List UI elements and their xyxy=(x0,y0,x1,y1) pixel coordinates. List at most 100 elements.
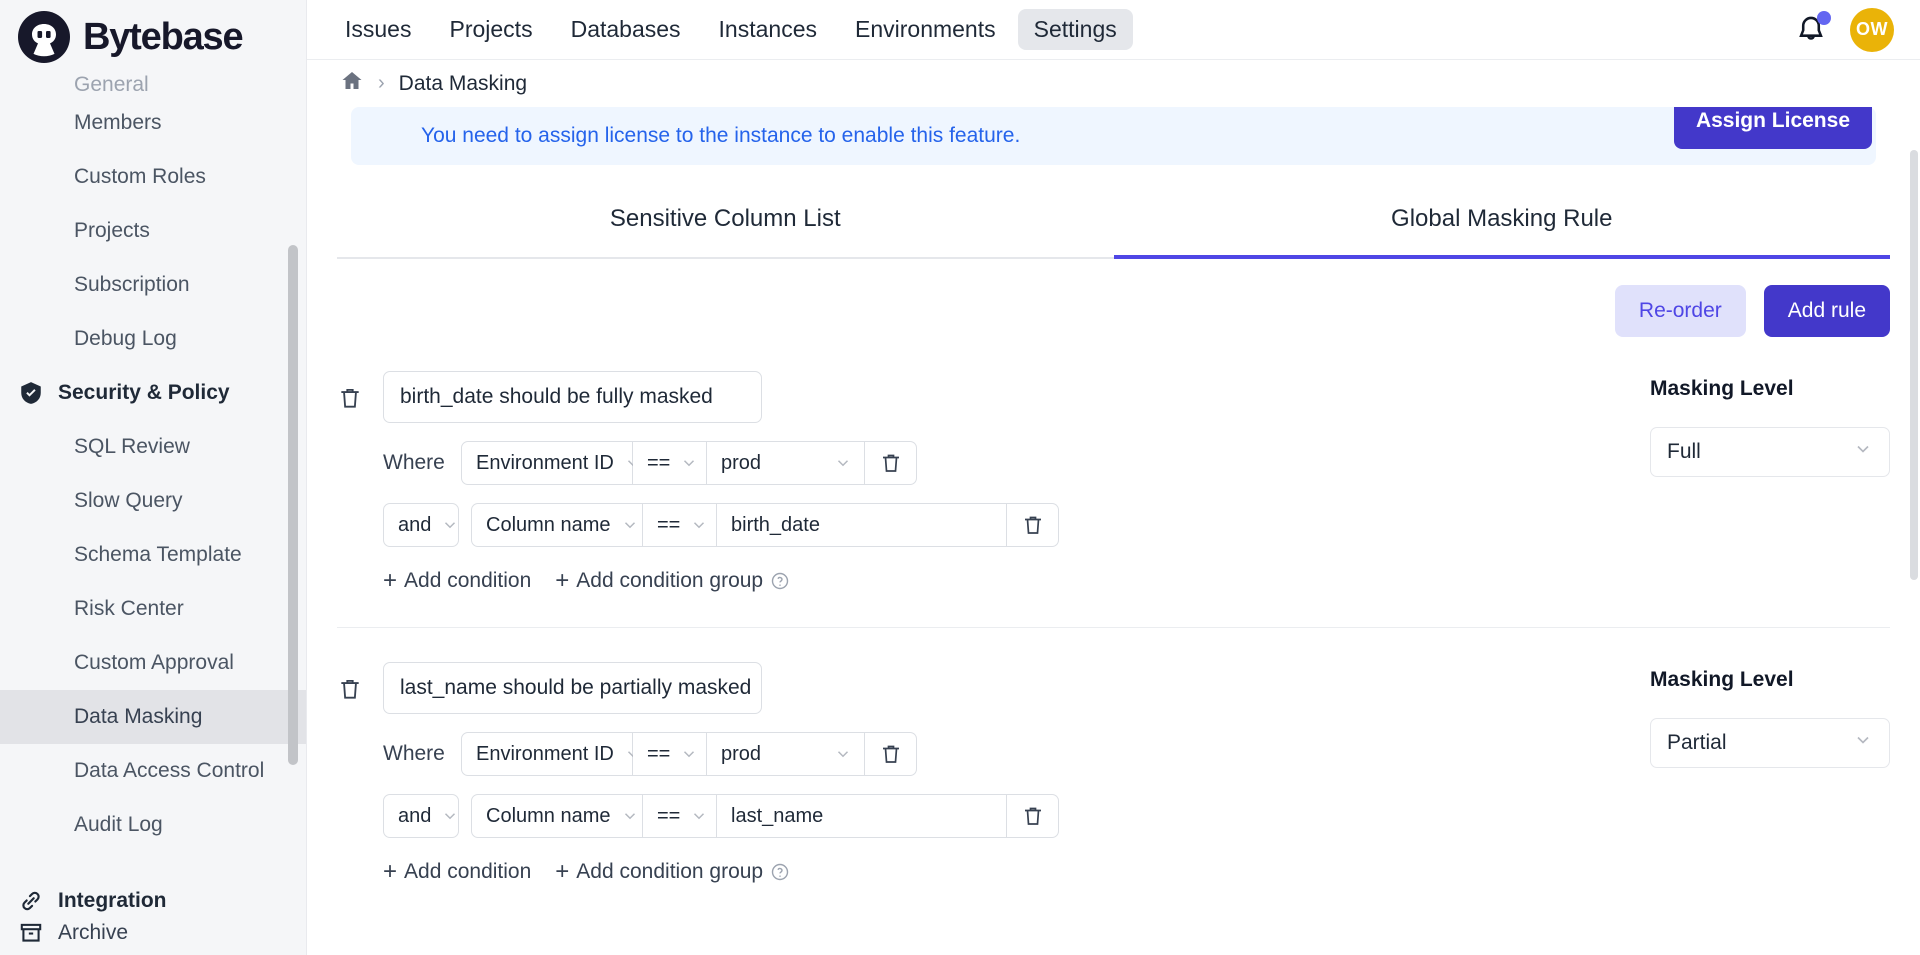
condition-operator-value: == xyxy=(657,804,681,827)
bytebase-mascot-logo-icon xyxy=(18,11,70,63)
sidebar-item-debug-log[interactable]: Debug Log xyxy=(0,312,306,366)
license-banner: You need to assign license to the instan… xyxy=(351,107,1876,165)
rule-actions-toolbar: Re-order Add rule xyxy=(337,285,1890,337)
sidebar-item-integration[interactable]: Integration xyxy=(0,885,306,917)
tab-issues[interactable]: Issues xyxy=(329,9,427,50)
sidebar-item-data-access-control[interactable]: Data Access Control xyxy=(0,744,306,798)
plus-icon: + xyxy=(555,858,570,885)
reorder-button[interactable]: Re-order xyxy=(1614,285,1746,337)
app-root: Bytebase General Members Custom Roles Pr… xyxy=(0,0,1920,955)
add-rule-button[interactable]: Add rule xyxy=(1763,285,1890,337)
condition-row: and Column name xyxy=(383,794,1630,838)
condition-field-select[interactable]: Column name xyxy=(471,503,643,547)
sidebar-item-label: Members xyxy=(74,111,162,134)
sidebar-item-data-masking[interactable]: Data Masking xyxy=(0,690,306,744)
tab-databases[interactable]: Databases xyxy=(555,9,697,50)
condition-field-select[interactable]: Environment ID xyxy=(461,732,638,776)
condition-value-select[interactable]: prod xyxy=(707,732,865,776)
delete-condition-button[interactable] xyxy=(865,441,917,485)
condition-operator-select[interactable]: == xyxy=(633,441,707,485)
page-content: You need to assign license to the instan… xyxy=(307,107,1920,955)
sidebar-item-slow-query[interactable]: Slow Query xyxy=(0,474,306,528)
condition-operator-select[interactable]: == xyxy=(643,503,717,547)
question-circle-icon[interactable] xyxy=(770,571,790,591)
license-banner-message: You need to assign license to the instan… xyxy=(421,124,1021,147)
sidebar-item-label: Integration xyxy=(58,889,167,912)
masking-level-select[interactable]: Partial xyxy=(1650,718,1890,768)
sidebar-bottom-section: Integration Archive xyxy=(0,885,306,955)
tab-global-masking-rule[interactable]: Global Masking Rule xyxy=(1113,195,1891,259)
top-nav-label: Projects xyxy=(449,16,533,42)
delete-rule-button[interactable] xyxy=(337,662,363,707)
tab-sensitive-column-list[interactable]: Sensitive Column List xyxy=(337,195,1114,257)
rule-title-input[interactable]: birth_date should be fully masked xyxy=(383,371,762,423)
condition-field-select[interactable]: Column name xyxy=(471,794,643,838)
top-nav-label: Instances xyxy=(718,16,817,42)
sidebar-item-custom-approval[interactable]: Custom Approval xyxy=(0,636,306,690)
sidebar-item-label: Debug Log xyxy=(74,327,177,350)
condition-logic-value: and xyxy=(398,513,432,536)
sidebar-item-label: General xyxy=(74,74,149,96)
assign-license-button[interactable]: Assign License xyxy=(1673,107,1872,149)
notifications-button[interactable] xyxy=(1794,10,1831,47)
brand-logo[interactable]: Bytebase xyxy=(0,0,306,74)
trash-icon xyxy=(341,388,359,408)
condition-logic-select[interactable]: and xyxy=(383,503,459,547)
rule-body: last_name should be partially masked Whe… xyxy=(383,662,1630,884)
condition-value-input[interactable]: last_name xyxy=(717,794,1007,838)
tab-projects[interactable]: Projects xyxy=(433,9,548,50)
link-icon xyxy=(18,888,44,914)
chevron-down-icon xyxy=(621,516,639,534)
delete-condition-button[interactable] xyxy=(1007,794,1059,838)
sidebar-item-members[interactable]: Members xyxy=(0,96,306,150)
sidebar-item-label: Custom Approval xyxy=(74,651,234,674)
sidebar-scrollbar[interactable] xyxy=(288,245,298,765)
question-circle-icon[interactable] xyxy=(770,862,790,882)
condition-field-select[interactable]: Environment ID xyxy=(461,441,638,485)
condition-field-value: Environment ID xyxy=(476,451,614,474)
add-condition-group-button[interactable]: + Add condition group xyxy=(555,569,790,593)
tab-environments[interactable]: Environments xyxy=(839,9,1012,50)
condition-field-value: Column name xyxy=(486,513,611,536)
sidebar-item-security-and-policy[interactable]: Security & Policy xyxy=(0,366,306,420)
sidebar-item-projects[interactable]: Projects xyxy=(0,204,306,258)
condition-operator-value: == xyxy=(647,742,671,765)
home-icon[interactable] xyxy=(340,69,364,99)
trash-icon xyxy=(882,745,899,763)
condition-value: last_name xyxy=(731,804,824,827)
condition-value-select[interactable]: prod xyxy=(707,441,865,485)
masking-level-select[interactable]: Full xyxy=(1650,427,1890,477)
add-condition-row: + Add condition + Add condition group xyxy=(383,860,1630,884)
condition-value-input[interactable]: birth_date xyxy=(717,503,1007,547)
condition-logic-select[interactable]: and xyxy=(383,794,459,838)
add-condition-button[interactable]: + Add condition xyxy=(383,860,531,884)
tab-instances[interactable]: Instances xyxy=(703,9,833,50)
sidebar-item-general[interactable]: General xyxy=(0,74,306,96)
add-condition-label: Add condition xyxy=(404,569,532,592)
chevron-down-icon xyxy=(834,745,852,763)
sidebar-item-custom-roles[interactable]: Custom Roles xyxy=(0,150,306,204)
condition-value: birth_date xyxy=(731,513,820,536)
delete-condition-button[interactable] xyxy=(865,732,917,776)
notification-badge-dot xyxy=(1817,10,1831,25)
sidebar-item-schema-template[interactable]: Schema Template xyxy=(0,528,306,582)
sidebar-item-risk-center[interactable]: Risk Center xyxy=(0,582,306,636)
sidebar-item-subscription[interactable]: Subscription xyxy=(0,258,306,312)
delete-condition-button[interactable] xyxy=(1007,503,1059,547)
delete-rule-button[interactable] xyxy=(337,371,363,416)
sidebar-item-audit-log[interactable]: Audit Log xyxy=(0,798,306,852)
trash-icon xyxy=(1024,807,1041,825)
main-scrollbar[interactable] xyxy=(1910,150,1918,580)
sidebar-item-archive[interactable]: Archive xyxy=(0,917,306,949)
sidebar-item-sql-review[interactable]: SQL Review xyxy=(0,420,306,474)
condition-operator-select[interactable]: == xyxy=(643,794,717,838)
condition-operator-select[interactable]: == xyxy=(633,732,707,776)
add-condition-button[interactable]: + Add condition xyxy=(383,569,531,593)
avatar[interactable]: OW xyxy=(1850,7,1894,52)
shield-check-icon xyxy=(18,380,44,406)
add-condition-group-button[interactable]: + Add condition group xyxy=(555,860,790,884)
tab-settings[interactable]: Settings xyxy=(1017,9,1133,50)
chevron-down-icon xyxy=(690,807,708,825)
rule-title-input[interactable]: last_name should be partially masked xyxy=(383,662,762,714)
condition-operator-value: == xyxy=(647,451,671,474)
